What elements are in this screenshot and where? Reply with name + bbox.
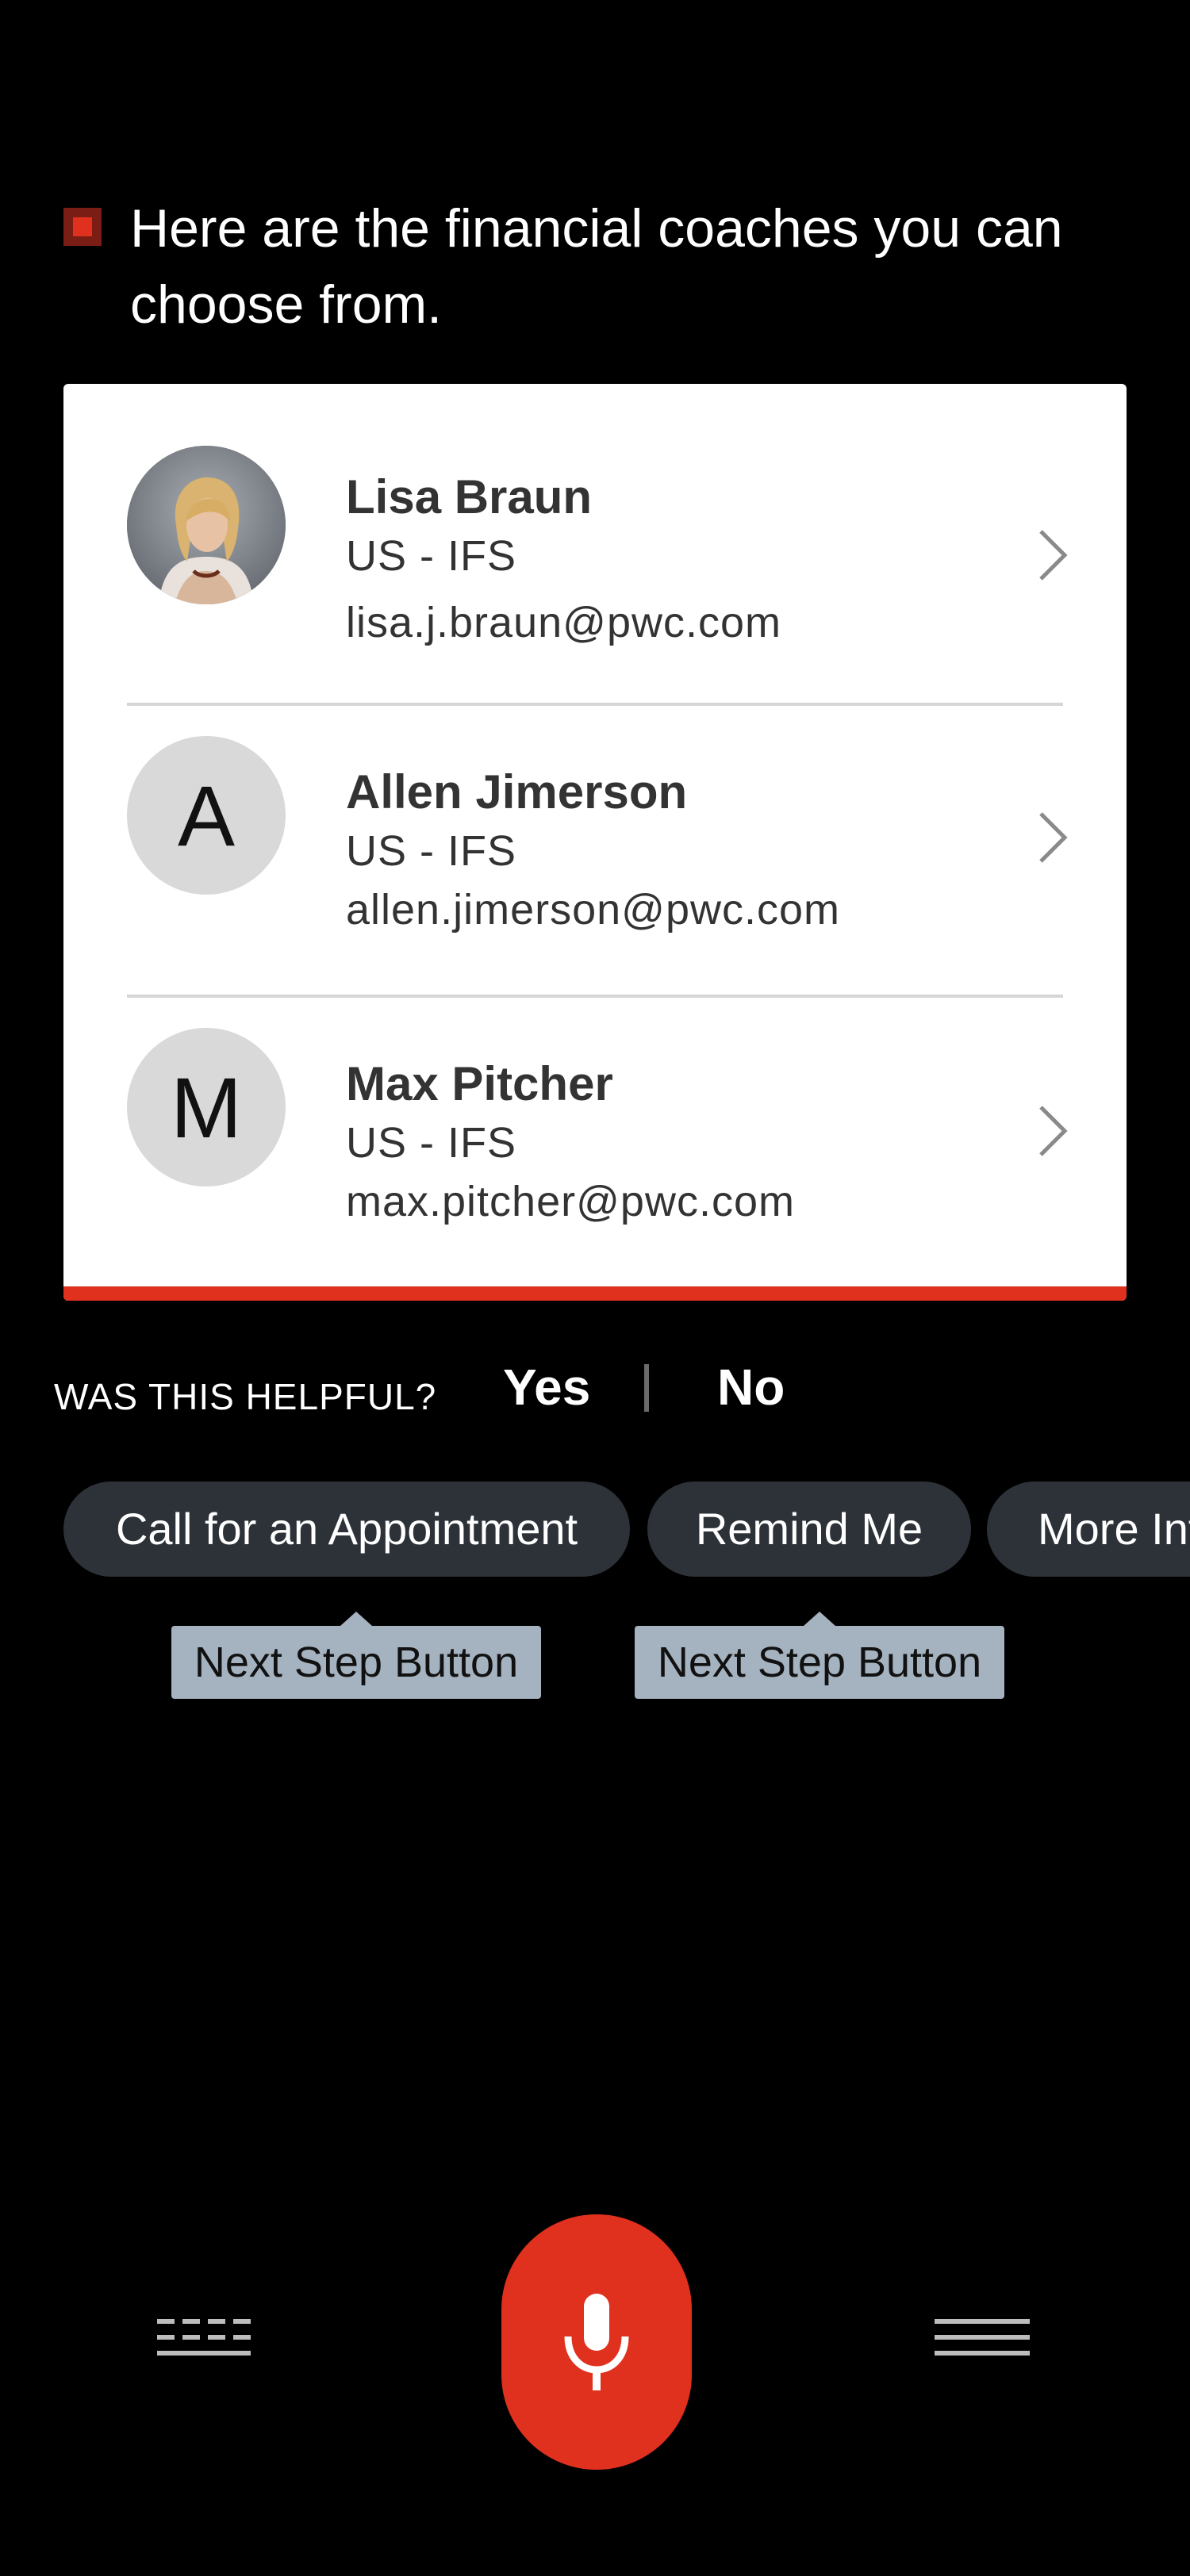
coach-photo-avatar [127,446,286,604]
coaches-card: Lisa Braun US - IFS lisa.j.braun@pwc.com… [63,384,1127,1301]
feedback-separator [644,1364,649,1412]
next-step-tooltip: Next Step Button [635,1612,1004,1699]
feedback-no-button[interactable]: No [717,1358,785,1416]
remind-me-button[interactable]: Remind Me [647,1482,971,1577]
feedback-yes-button[interactable]: Yes [503,1358,590,1416]
card-accent-bar [63,1286,1127,1301]
chevron-right-icon [1039,812,1068,863]
coach-initial-avatar: A [127,736,286,895]
call-for-appointment-button[interactable]: Call for an Appointment [63,1482,630,1577]
feedback-row: WAS THIS HELPFUL? Yes No [54,1358,1085,1421]
coach-row-max-pitcher[interactable]: M Max Pitcher US - IFS max.pitcher@pwc.c… [63,998,1127,1283]
more-info-button[interactable]: More Info [987,1482,1190,1577]
coach-initial-avatar: M [127,1028,286,1186]
coach-email: max.pitcher@pwc.com [346,1178,795,1225]
coach-email: lisa.j.braun@pwc.com [346,599,782,646]
next-step-chips: Call for an Appointment Remind Me More I… [63,1482,1190,1577]
chevron-right-icon [1039,1106,1068,1156]
coach-name: Max Pitcher [346,1057,613,1110]
coach-org: US - IFS [346,532,517,580]
portrait-photo-icon [127,446,286,604]
next-step-tooltip: Next Step Button [171,1612,541,1699]
coach-name: Lisa Braun [346,470,593,523]
feedback-question: WAS THIS HELPFUL? [54,1376,437,1417]
microphone-button[interactable] [501,2214,692,2470]
microphone-icon [564,2294,629,2390]
input-bar [0,2205,1190,2474]
coach-org: US - IFS [346,827,517,875]
bot-message-text: Here are the financial coaches you can c… [130,198,1063,335]
coach-row-allen-jimerson[interactable]: A Allen Jimerson US - IFS allen.jimerson… [63,706,1127,991]
keyboard-icon[interactable] [155,2316,254,2363]
menu-icon[interactable] [933,2316,1031,2363]
chevron-right-icon [1039,530,1068,581]
coach-name: Allen Jimerson [346,765,688,818]
coach-email: allen.jimerson@pwc.com [346,886,841,933]
coach-row-lisa-braun[interactable]: Lisa Braun US - IFS lisa.j.braun@pwc.com [63,384,1127,669]
coach-org: US - IFS [346,1119,517,1167]
bot-marker-icon [63,208,102,246]
